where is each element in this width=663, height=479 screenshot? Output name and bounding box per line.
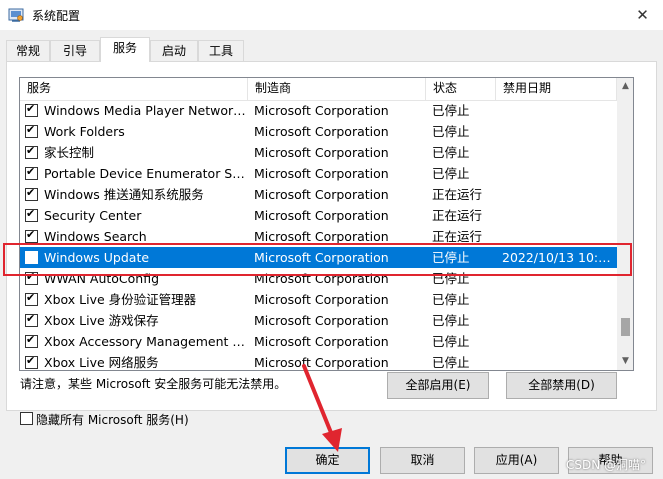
table-row[interactable]: Security Center Microsoft Corporation 正在运行: [20, 205, 617, 226]
tab-services[interactable]: 服务: [100, 37, 150, 62]
note-text: 请注意，某些 Microsoft 安全服务可能无法禁用。: [20, 377, 287, 391]
service-status: 已停止: [432, 145, 470, 160]
service-disable-date: [502, 310, 614, 331]
service-status: 已停止: [432, 355, 470, 370]
apply-button[interactable]: 应用(A): [474, 447, 559, 474]
service-disable-date: [502, 163, 614, 184]
tab-general[interactable]: 常规: [6, 40, 50, 61]
service-name: Xbox Live 身份验证管理器: [44, 292, 197, 307]
service-status: 正在运行: [432, 187, 483, 202]
service-name: Xbox Live 游戏保存: [44, 313, 159, 328]
system-config-icon: [8, 8, 24, 22]
column-header-status[interactable]: 状态: [426, 78, 496, 100]
checkbox[interactable]: [20, 412, 33, 425]
enable-all-button[interactable]: 全部启用(E): [387, 372, 489, 399]
table-row[interactable]: Windows 推送通知系统服务 Microsoft Corporation 正在运…: [20, 184, 617, 205]
title-bar: 系统配置 ✕: [0, 0, 663, 30]
service-disable-date: [502, 121, 614, 142]
service-name: 家长控制: [44, 145, 95, 160]
hide-microsoft-services-label: 隐藏所有 Microsoft 服务(H): [36, 413, 189, 427]
service-name: Work Folders: [44, 124, 125, 139]
disable-all-button[interactable]: 全部禁用(D): [506, 372, 617, 399]
service-name: Windows Media Player Network ...: [44, 103, 248, 118]
service-checkbox[interactable]: [25, 312, 38, 327]
service-name: Windows 推送通知系统服务: [44, 187, 204, 202]
cancel-button[interactable]: 取消: [380, 447, 465, 474]
watermark: CSDN @洞喵°: [566, 458, 647, 472]
tab-label: 工具: [208, 44, 233, 58]
service-manufacturer: Microsoft Corporation: [254, 292, 389, 307]
service-name: Xbox Live 网络服务: [44, 355, 159, 370]
service-disable-date: [502, 352, 614, 370]
service-checkbox[interactable]: [25, 165, 38, 180]
column-header-service[interactable]: 服务: [20, 78, 248, 100]
close-icon: ✕: [636, 6, 649, 24]
service-status: 已停止: [432, 292, 470, 307]
window-title: 系统配置: [32, 9, 81, 23]
service-checkbox[interactable]: [25, 186, 38, 201]
service-disable-date: [502, 100, 614, 121]
table-row[interactable]: Xbox Live 身份验证管理器 Microsoft Corporation 已停…: [20, 289, 617, 310]
service-checkbox[interactable]: [25, 123, 38, 138]
scroll-up-button[interactable]: ▲: [617, 78, 633, 95]
table-row[interactable]: Xbox Accessory Management Se... Microsoft…: [20, 331, 617, 352]
service-manufacturer: Microsoft Corporation: [254, 208, 389, 223]
service-name: Portable Device Enumerator Serv...: [44, 166, 248, 181]
service-disable-date: [502, 142, 614, 163]
service-checkbox[interactable]: [25, 144, 38, 159]
list-header: 服务 制造商 状态 禁用日期: [20, 78, 617, 101]
service-disable-date: [502, 289, 614, 310]
column-header-disable-date[interactable]: 禁用日期: [496, 78, 617, 100]
service-manufacturer: Microsoft Corporation: [254, 103, 389, 118]
service-checkbox[interactable]: [25, 207, 38, 222]
service-status: 已停止: [432, 103, 470, 118]
service-status: 正在运行: [432, 208, 483, 223]
column-header-manufacturer[interactable]: 制造商: [248, 78, 426, 100]
service-disable-date: [502, 205, 614, 226]
table-row[interactable]: Windows Media Player Network ... Microsof…: [20, 100, 617, 121]
service-name: Security Center: [44, 208, 142, 223]
vertical-scrollbar[interactable]: ▲ ▼: [617, 78, 633, 370]
table-row[interactable]: Portable Device Enumerator Serv... Micros…: [20, 163, 617, 184]
service-status: 已停止: [432, 166, 470, 181]
service-manufacturer: Microsoft Corporation: [254, 145, 389, 160]
tab-label: 服务: [112, 41, 137, 55]
tab-startup[interactable]: 启动: [150, 40, 198, 61]
service-checkbox[interactable]: [25, 333, 38, 348]
tab-label: 引导: [62, 44, 87, 58]
scroll-down-button[interactable]: ▼: [617, 353, 633, 370]
service-manufacturer: Microsoft Corporation: [254, 334, 389, 349]
tab-tools[interactable]: 工具: [198, 40, 244, 61]
service-manufacturer: Microsoft Corporation: [254, 187, 389, 202]
list-rows: Windows Media Player Network ... Microsof…: [20, 100, 617, 370]
arrow-annotation: [302, 364, 342, 452]
highlight-annotation: [3, 243, 632, 276]
service-disable-date: [502, 184, 614, 205]
service-status: 已停止: [432, 334, 470, 349]
service-manufacturer: Microsoft Corporation: [254, 124, 389, 139]
service-disable-date: [502, 331, 614, 352]
service-checkbox[interactable]: [25, 102, 38, 117]
tab-label: 启动: [161, 44, 186, 58]
service-checkbox[interactable]: [25, 354, 38, 369]
service-name: Xbox Accessory Management Se...: [44, 334, 248, 349]
service-manufacturer: Microsoft Corporation: [254, 313, 389, 328]
service-status: 已停止: [432, 313, 470, 328]
service-manufacturer: Microsoft Corporation: [254, 166, 389, 181]
table-row[interactable]: Xbox Live 游戏保存 Microsoft Corporation 已停止: [20, 310, 617, 331]
scroll-thumb[interactable]: [621, 318, 630, 336]
services-list[interactable]: 服务 制造商 状态 禁用日期 Windows Media Player Netw…: [19, 77, 634, 371]
tab-label: 常规: [15, 44, 40, 58]
service-checkbox[interactable]: [25, 291, 38, 306]
table-row[interactable]: 家长控制 Microsoft Corporation 已停止: [20, 142, 617, 163]
service-checkbox[interactable]: [25, 228, 38, 243]
service-status: 已停止: [432, 124, 470, 139]
table-row[interactable]: Work Folders Microsoft Corporation 已停止: [20, 121, 617, 142]
tab-boot[interactable]: 引导: [50, 40, 100, 61]
close-button[interactable]: ✕: [622, 0, 663, 30]
